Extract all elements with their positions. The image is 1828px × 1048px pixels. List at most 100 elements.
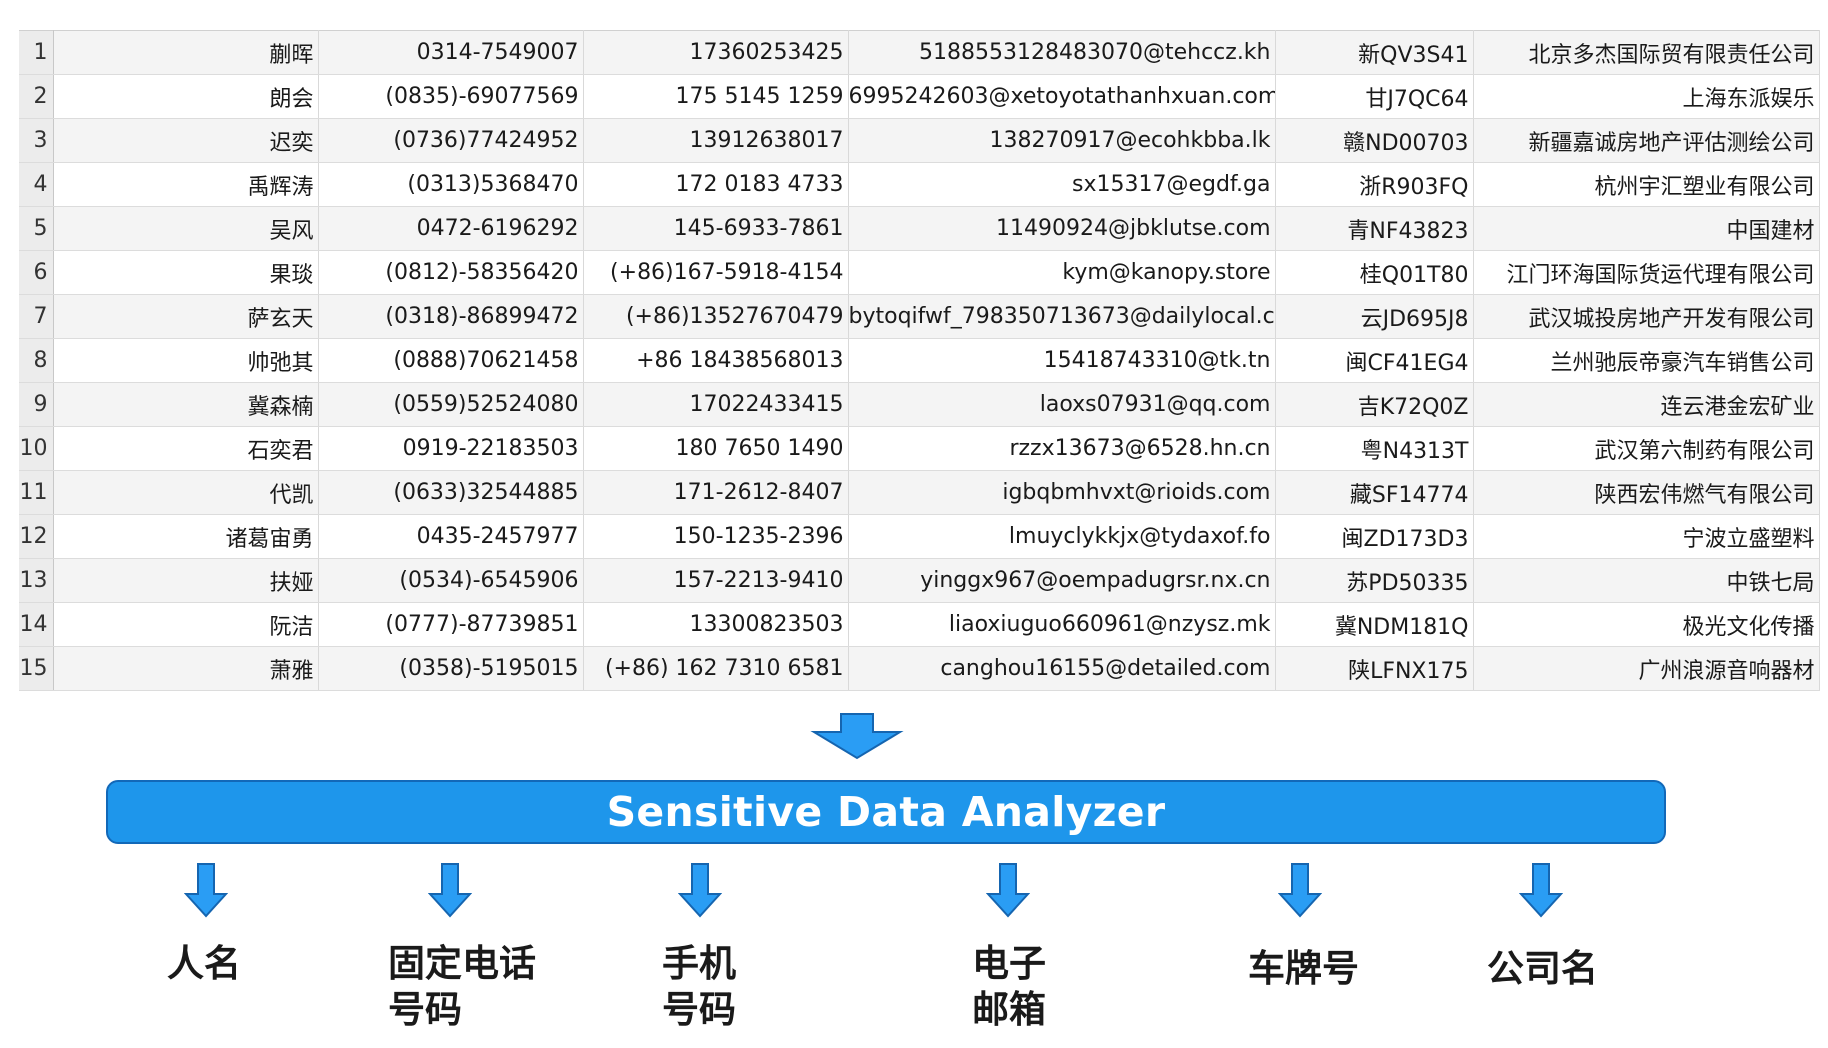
table-cell: 禹辉涛 [53,162,319,207]
table-cell: 新QV3S41 [1275,30,1474,75]
table-row: 3 迟奕 (0736)77424952 13912638017 138270917@ec… [19,118,1820,163]
category-label-line: 固定电话 [388,942,536,985]
down-arrow-icon [986,863,1030,918]
table-cell: 0314-7549007 [318,30,584,75]
table-row: 2 朗会 (0835)-69077569 175 5145 1259 699524260… [19,74,1820,119]
table-cell: 蒯晖 [53,30,319,75]
table-cell: sx15317@egdf.ga [848,162,1276,207]
table-cell: 中铁七局 [1473,558,1820,603]
down-arrow-icon [810,713,904,760]
table-row: 10 石奕君 0919-22183503 180 7650 1490 rzzx13673… [19,426,1820,471]
row-number: 3 [19,118,54,163]
down-arrow-icon [1278,863,1322,918]
table-cell: 172 0183 4733 [583,162,849,207]
category-label-email: 电子 邮箱 [972,941,1046,1033]
table-cell: (0633)32544885 [318,470,584,515]
table-cell: canghou16155@detailed.com [848,646,1276,691]
table-cell: 冀NDM181Q [1275,602,1474,647]
row-number: 10 [19,426,54,471]
table-cell: 北京多杰国际贸有限责任公司 [1473,30,1820,75]
table-cell: 陕西宏伟燃气有限公司 [1473,470,1820,515]
table-cell: 武汉城投房地产开发有限公司 [1473,294,1820,339]
table-cell: 浙R903FQ [1275,162,1474,207]
table-cell: 11490924@jbklutse.com [848,206,1276,251]
row-number: 13 [19,558,54,603]
analyzer-label: Sensitive Data Analyzer [606,788,1166,836]
table-cell: 冀森楠 [53,382,319,427]
row-number: 6 [19,250,54,295]
table-cell: 极光文化传播 [1473,602,1820,647]
row-number: 5 [19,206,54,251]
down-arrow-icon [184,863,228,918]
row-number: 9 [19,382,54,427]
table-cell: 175 5145 1259 [583,74,849,119]
row-number: 2 [19,74,54,119]
table-cell: 13912638017 [583,118,849,163]
table-cell: 云JD695J8 [1275,294,1474,339]
table-row: 6 果琰 (0812)-58356420 (+86)167-5918-4154 kym@… [19,250,1820,295]
category-label-mobile-number: 手机 号码 [662,941,736,1033]
down-arrow-icon [678,863,722,918]
table-cell: 17022433415 [583,382,849,427]
table-cell: 陕LFNX175 [1275,646,1474,691]
table-row: 13 扶娅 (0534)-6545906 157-2213-9410 yinggx967… [19,558,1820,603]
table-row: 1 蒯晖 0314-7549007 17360253425 51885531284830… [19,30,1820,75]
table-cell: 藏SF14774 [1275,470,1474,515]
table-cell: 苏PD50335 [1275,558,1474,603]
table-cell: 果琰 [53,250,319,295]
category-label-line: 公司名 [1487,947,1598,990]
table-row: 14 阮洁 (0777)-87739851 13300823503 liaoxiuguo… [19,602,1820,647]
table-cell: (0358)-5195015 [318,646,584,691]
table-cell: 粤N4313T [1275,426,1474,471]
table-cell: 连云港金宏矿业 [1473,382,1820,427]
table-cell: 闽CF41EG4 [1275,338,1474,383]
table-cell: lmuyclykkjx@tydaxof.fo [848,514,1276,559]
table-cell: (0777)-87739851 [318,602,584,647]
category-label-line: 人名 [167,942,241,985]
table-cell: 杭州宇汇塑业有限公司 [1473,162,1820,207]
table-cell: rzzx13673@6528.hn.cn [848,426,1276,471]
table-row: 15 萧雅 (0358)-5195015 (+86) 162 7310 6581 can… [19,646,1820,691]
table-cell: 朗会 [53,74,319,119]
category-label-line: 手机 [662,942,736,985]
table-row: 7 萨玄天 (0318)-86899472 (+86)13527670479 bytoq… [19,294,1820,339]
table-cell: (0835)-69077569 [318,74,584,119]
table-cell: (0313)5368470 [318,162,584,207]
table-row: 8 帅弛其 (0888)70621458 +86 18438568013 1541874… [19,338,1820,383]
table-cell: bytoqifwf_798350713673@dailylocal.com [848,294,1276,339]
table-cell: (0888)70621458 [318,338,584,383]
row-number: 12 [19,514,54,559]
table-cell: laoxs07931@qq.com [848,382,1276,427]
table-cell: (0534)-6545906 [318,558,584,603]
table-cell: (0559)52524080 [318,382,584,427]
table-cell: igbqbmhvxt@rioids.com [848,470,1276,515]
table-cell: 石奕君 [53,426,319,471]
category-label-company-name: 公司名 [1487,946,1598,992]
category-label-line: 车牌号 [1248,947,1359,990]
table-cell: 145-6933-7861 [583,206,849,251]
category-label-line: 电子 [972,942,1046,985]
table-cell: 闽ZD173D3 [1275,514,1474,559]
table-cell: 江门环海国际货运代理有限公司 [1473,250,1820,295]
table-cell: 武汉第六制药有限公司 [1473,426,1820,471]
table-cell: 诸葛宙勇 [53,514,319,559]
table-cell: 吴风 [53,206,319,251]
table-row: 5 吴风 0472-6196292 145-6933-7861 11490924@jbk… [19,206,1820,251]
table-cell: yinggx967@oempadugrsr.nx.cn [848,558,1276,603]
category-label-landline-number: 固定电话 号码 [388,941,536,1033]
table-row: 9 冀森楠 (0559)52524080 17022433415 laoxs07931@… [19,382,1820,427]
table-cell: (0812)-58356420 [318,250,584,295]
table-cell: 广州浪源音响器材 [1473,646,1820,691]
down-arrow-icon [1519,863,1563,918]
table-cell: 新疆嘉诚房地产评估测绘公司 [1473,118,1820,163]
table-cell: 代凯 [53,470,319,515]
table-cell: 上海东派娱乐 [1473,74,1820,119]
table-cell: 吉K72Q0Z [1275,382,1474,427]
table-cell: 180 7650 1490 [583,426,849,471]
table-cell: 138270917@ecohkbba.lk [848,118,1276,163]
table-cell: 兰州驰辰帝豪汽车销售公司 [1473,338,1820,383]
row-number: 7 [19,294,54,339]
table-cell: 宁波立盛塑料 [1473,514,1820,559]
table-cell: 17360253425 [583,30,849,75]
category-label-line: 号码 [388,988,462,1031]
